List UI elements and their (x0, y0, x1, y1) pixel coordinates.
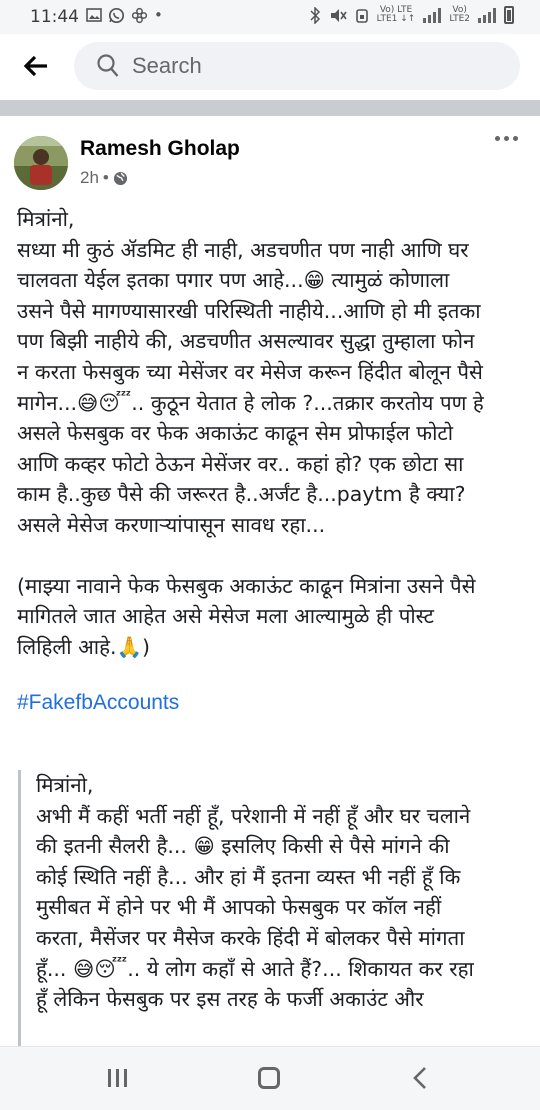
body-line: मागेन...😅😴.. कुठून येतात हे लोक ?...तक्र… (17, 390, 484, 415)
system-icons: Vo) LTE LTE1 ↓↑ Vo) LTE2 (309, 6, 514, 24)
signal-2-icon (478, 7, 496, 23)
body-line: पण बिझी नाहीये की, अडचणीत असल्यावर सुद्ध… (17, 329, 475, 354)
search-header: Search (0, 34, 540, 100)
body-line: असले फेसबुक वर फेक अकाऊंट काढून सेम प्रो… (17, 421, 454, 446)
notification-icons: • (86, 6, 163, 24)
battery-icon (504, 6, 514, 24)
search-placeholder: Search (132, 53, 202, 78)
status-bar: 11:44 • Vo) LTE LTE1 ↓↑ Vo) LTE2 (0, 0, 540, 34)
body-line: आणि कव्हर फोटो ठेऊन मेसेंजर वर.. कहां हो… (17, 451, 464, 476)
body-line: काम है..कुछ पैसे की जरूरत है..अर्जंट है.… (17, 482, 466, 507)
translation-line: कोई स्थिति नहीं है... और हां मैं इतना व्… (36, 864, 461, 889)
note-line: लिहिली आहे.🙏) (17, 634, 151, 659)
search-input[interactable]: Search (74, 42, 520, 90)
more-icon[interactable] (495, 136, 518, 141)
body-line: सध्या मी कुठं ॲडमिट ही नाही, अडचणीत पण न… (17, 237, 469, 262)
translation-line: अभी मैं कहीं भर्ती नहीं हूँ, परेशानी में… (36, 803, 471, 828)
body-line: उसने पैसे मागण्यासारखी परिस्थिती नाहीये.… (17, 298, 481, 323)
post-text: मित्रांनो, सध्या मी कुठं ॲडमिट ही नाही, … (17, 204, 537, 541)
body-line: असले मेसेज करणाऱ्यांपासून सावध रहा... (17, 512, 326, 537)
post-header: Ramesh Gholap 2h • (0, 116, 540, 200)
body-line: मित्रांनो, (17, 207, 75, 231)
home-icon[interactable] (258, 1067, 280, 1089)
whatsapp-icon (108, 7, 125, 23)
translation-line: हूँ... 😅😴.. ये लोग कहाँ से आते हैं?... श… (36, 956, 474, 981)
translation-line: करता, मैसेंजर पर मैसेज करके हिंदी में बो… (36, 925, 465, 950)
signal-icon (423, 7, 442, 23)
note-line: (माझ्या नावाने फेक फेसबुक अकाऊंट काढून म… (17, 573, 476, 598)
dot-icon: • (154, 6, 163, 24)
section-divider (0, 100, 540, 116)
pinwheel-icon (131, 7, 148, 23)
lte2-indicator: Vo) LTE2 (449, 5, 470, 24)
back-button[interactable] (18, 48, 54, 84)
translation-line: की इतनी सैलरी है... 😁 इसलिए किसी से पैसे… (36, 834, 450, 859)
avatar[interactable] (14, 136, 68, 190)
translation-line: हूँ लेकिन फेसबुक पर इस तरह के फर्जी अकाउ… (36, 987, 424, 1012)
status-time: 11:44 (30, 7, 79, 27)
translation-line: मित्रांनो, (36, 773, 94, 797)
image-icon (86, 8, 102, 22)
system-nav-bar (0, 1046, 540, 1110)
post-body: मित्रांनो, सध्या मी कुठं ॲडमिट ही नाही, … (17, 204, 537, 719)
author-name[interactable]: Ramesh Gholap (80, 137, 240, 161)
meta-separator: • (102, 168, 109, 187)
search-icon (97, 54, 119, 77)
body-line: चालवता येईल इतका पगार पण आहे...😁 त्यामुळ… (17, 268, 450, 293)
body-line: न करता फेसबुक च्या मेसेंजर वर मेसेज करून… (17, 359, 483, 384)
translation-line: मुसीबत में होने पर भी मैं आपको फेसबुक पर… (36, 895, 442, 920)
note-line: मागितले जात आहेत असे मेसेज मला आल्यामुळे… (17, 604, 434, 629)
post-note: (माझ्या नावाने फेक फेसबुक अकाऊंट काढून म… (17, 571, 537, 663)
post-time[interactable]: 2h (80, 168, 99, 188)
post-meta: 2h • (80, 168, 128, 188)
nav-back-icon[interactable] (412, 1065, 428, 1091)
bluetooth-icon (310, 6, 320, 24)
lte1-indicator: Vo) LTE LTE1 ↓↑ (376, 5, 416, 24)
recent-apps-icon[interactable] (108, 1069, 127, 1087)
translation-quote: मित्रांनो, अभी मैं कहीं भर्ती नहीं हूँ, … (18, 770, 540, 1046)
globe-icon (113, 171, 127, 185)
alarm-icon (355, 8, 368, 23)
mute-icon (330, 8, 347, 22)
hashtag-link[interactable]: #FakefbAccounts (17, 688, 537, 719)
back-arrow-icon (23, 55, 47, 77)
